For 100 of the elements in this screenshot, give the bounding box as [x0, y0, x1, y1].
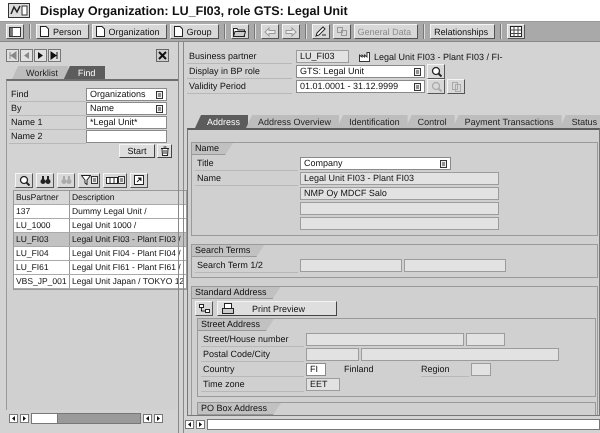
next-button[interactable]	[34, 48, 47, 62]
pencil-icon	[314, 26, 327, 37]
scroll-left-button[interactable]	[9, 414, 18, 423]
layout-button[interactable]	[103, 172, 127, 188]
search-icon	[430, 66, 442, 77]
filter-button[interactable]	[78, 172, 100, 188]
last-button[interactable]	[48, 48, 61, 62]
scroll-left-button[interactable]	[185, 420, 194, 429]
table-row[interactable]: 137 Dummy Legal Unit /	[14, 205, 186, 219]
tab[interactable]: Control	[406, 115, 455, 128]
partner-description: Legal Unit FI03 - Plant FI03 / FI-	[374, 52, 503, 62]
close-button[interactable]	[156, 48, 169, 62]
trash-icon	[160, 146, 170, 156]
delete-button[interactable]	[157, 144, 172, 158]
search-icon	[430, 81, 442, 92]
field-value: Finland	[343, 363, 375, 376]
export-icon	[134, 175, 144, 185]
column-header[interactable]: Description	[70, 191, 186, 204]
panel-button[interactable]	[6, 24, 24, 39]
scroll-right-button[interactable]	[20, 414, 29, 423]
field-label: Title	[195, 156, 298, 170]
switch-icon	[336, 26, 348, 37]
find-button[interactable]	[36, 172, 54, 188]
page-icon	[96, 26, 105, 37]
field-label: Time zone	[201, 378, 304, 392]
dropdown-field[interactable]: Organizations	[86, 88, 167, 101]
dropdown-icon[interactable]	[414, 68, 421, 76]
input-field[interactable]	[86, 130, 167, 143]
close-icon	[158, 50, 167, 60]
export-button[interactable]	[130, 172, 148, 188]
toolbar-button[interactable]: Organization	[92, 24, 167, 39]
group-title: Name	[192, 143, 234, 155]
start-button[interactable]: Start	[119, 144, 155, 158]
magnifier-icon	[18, 174, 30, 186]
print-preview-button[interactable]: Print Preview	[217, 301, 337, 316]
back-arrow-icon	[264, 26, 276, 36]
table-cell: 137	[14, 205, 70, 218]
field-label: Business partner	[187, 50, 292, 64]
left-arrow-icon	[144, 415, 151, 422]
details-button[interactable]	[15, 172, 33, 188]
table-cell: LU_1000	[14, 219, 70, 232]
search-button[interactable]	[427, 64, 445, 79]
tab[interactable]: Worklist	[12, 66, 68, 79]
open-button[interactable]	[230, 24, 249, 39]
first-button[interactable]	[6, 48, 19, 62]
tab[interactable]: Payment Transactions	[452, 115, 562, 128]
tab[interactable]: Address	[195, 115, 248, 128]
field-label: Search Term 1/2	[195, 258, 298, 272]
toolbar-button[interactable]: Relationships	[430, 24, 496, 39]
scroll-left-button[interactable]	[143, 414, 152, 423]
dropdown-icon[interactable]	[440, 160, 447, 168]
left-arrow-icon	[186, 421, 193, 428]
table-cell-text: Dummy Legal Unit /	[71, 205, 148, 218]
binoculars-icon	[60, 175, 72, 185]
structure-button[interactable]	[195, 301, 213, 316]
input-field[interactable]: FI	[306, 363, 326, 376]
field-label: Name	[195, 172, 298, 186]
edit-button[interactable]	[312, 24, 330, 39]
toolbar-button[interactable]: Group	[170, 24, 219, 39]
readonly-field: Legal Unit FI03 - Plant FI03	[300, 172, 499, 185]
dropdown-icon[interactable]	[414, 82, 421, 90]
dropdown-icon[interactable]	[156, 90, 163, 98]
toolbar-button[interactable]: Person	[36, 24, 89, 39]
scroll-right-button[interactable]	[154, 414, 163, 423]
search-button[interactable]	[427, 79, 445, 94]
scrollbar-thumb[interactable]	[32, 414, 58, 423]
field-label: Country	[201, 362, 304, 376]
input-field[interactable]: *Legal Unit*	[86, 116, 167, 129]
dropdown-icon[interactable]	[156, 104, 163, 112]
back-button[interactable]	[260, 24, 279, 39]
column-header[interactable]: BusPartner	[14, 191, 70, 204]
copy-button[interactable]	[447, 79, 465, 94]
scroll-right-button[interactable]	[196, 420, 205, 429]
field-label: Validity Period	[187, 80, 292, 94]
tab[interactable]: Status	[560, 115, 600, 128]
field-label: Postal Code/City	[201, 348, 304, 362]
tab[interactable]: Identification	[337, 115, 408, 128]
scrollbar-track[interactable]	[207, 419, 600, 430]
tab[interactable]: Find	[64, 66, 106, 79]
dropdown-icon	[118, 176, 124, 184]
window-icon[interactable]	[8, 3, 30, 18]
forward-button[interactable]	[282, 24, 300, 39]
binoculars-icon	[40, 175, 50, 185]
table-cell: LU_FI61	[14, 261, 70, 274]
field-label: Region	[421, 362, 469, 376]
dropdown-field[interactable]: 01.01.0001 - 31.12.9999	[296, 80, 425, 93]
switch-button[interactable]	[332, 24, 351, 39]
group-title: PO Box Address	[198, 403, 282, 415]
forward-arrow-icon	[284, 26, 297, 36]
scrollbar-track[interactable]	[31, 413, 141, 424]
grid-button[interactable]	[507, 24, 526, 39]
readonly-field: NMP Oy MDCF Salo	[300, 187, 499, 200]
dropdown-field[interactable]: Name	[86, 102, 167, 115]
dropdown-field[interactable]: Company	[300, 157, 451, 170]
dropdown-field[interactable]: GTS: Legal Unit	[296, 65, 425, 78]
page-icon	[40, 26, 49, 37]
find-next-button[interactable]	[57, 172, 75, 188]
tab[interactable]: Address Overview	[246, 115, 340, 128]
readonly-field: LU_FI03	[296, 50, 349, 63]
readonly-field	[306, 348, 359, 361]
